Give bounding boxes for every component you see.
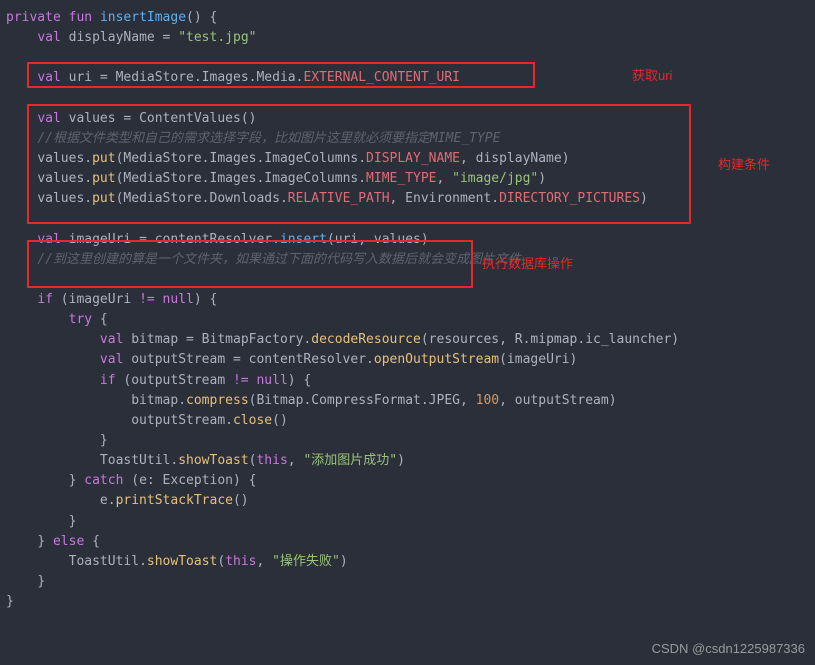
code-line: }	[0, 572, 815, 592]
code-line: outputStream.close()	[0, 411, 815, 431]
code-line: val bitmap = BitmapFactory.decodeResourc…	[0, 330, 815, 350]
code-line	[0, 89, 815, 109]
code-line: ToastUtil.showToast(this, "操作失败")	[0, 552, 815, 572]
code-line: e.printStackTrace()	[0, 491, 815, 511]
code-line: val displayName = "test.jpg"	[0, 28, 815, 48]
code-line: val values = ContentValues()	[0, 109, 815, 129]
code-line: bitmap.compress(Bitmap.CompressFormat.JP…	[0, 391, 815, 411]
code-line: val imageUri = contentResolver.insert(ur…	[0, 230, 815, 250]
code-line: if (outputStream != null) {	[0, 371, 815, 391]
annotation-label: 获取uri	[632, 66, 672, 86]
code-line: } catch (e: Exception) {	[0, 471, 815, 491]
code-line: values.put(MediaStore.Images.ImageColumn…	[0, 149, 815, 169]
code-line: }	[0, 592, 815, 612]
annotation-label: 执行数据库操作	[482, 254, 573, 274]
code-line	[0, 48, 815, 68]
code-line: } else {	[0, 532, 815, 552]
code-line: values.put(MediaStore.Images.ImageColumn…	[0, 169, 815, 189]
keyword-private: private	[6, 10, 61, 25]
code-line: if (imageUri != null) {	[0, 290, 815, 310]
function-name: insertImage	[100, 10, 186, 25]
code-line	[0, 209, 815, 229]
annotation-label: 构建条件	[718, 155, 770, 175]
code-line: try {	[0, 310, 815, 330]
keyword-fun: fun	[69, 10, 92, 25]
code-line: val uri = MediaStore.Images.Media.EXTERN…	[0, 68, 815, 88]
code-line	[0, 270, 815, 290]
code-line: }	[0, 431, 815, 451]
watermark: CSDN @csdn1225987336	[652, 639, 805, 659]
code-line: ToastUtil.showToast(this, "添加图片成功")	[0, 451, 815, 471]
code-line: val outputStream = contentResolver.openO…	[0, 350, 815, 370]
code-line: private fun insertImage() {	[0, 8, 815, 28]
code-line: //到这里创建的算是一个文件夹，如果通过下面的代码写入数据后就会变成图片文件	[0, 250, 815, 270]
code-line: //根据文件类型和自己的需求选择字段，比如图片这里就必须要指定MIME_TYPE	[0, 129, 815, 149]
code-line: }	[0, 512, 815, 532]
code-line: values.put(MediaStore.Downloads.RELATIVE…	[0, 189, 815, 209]
